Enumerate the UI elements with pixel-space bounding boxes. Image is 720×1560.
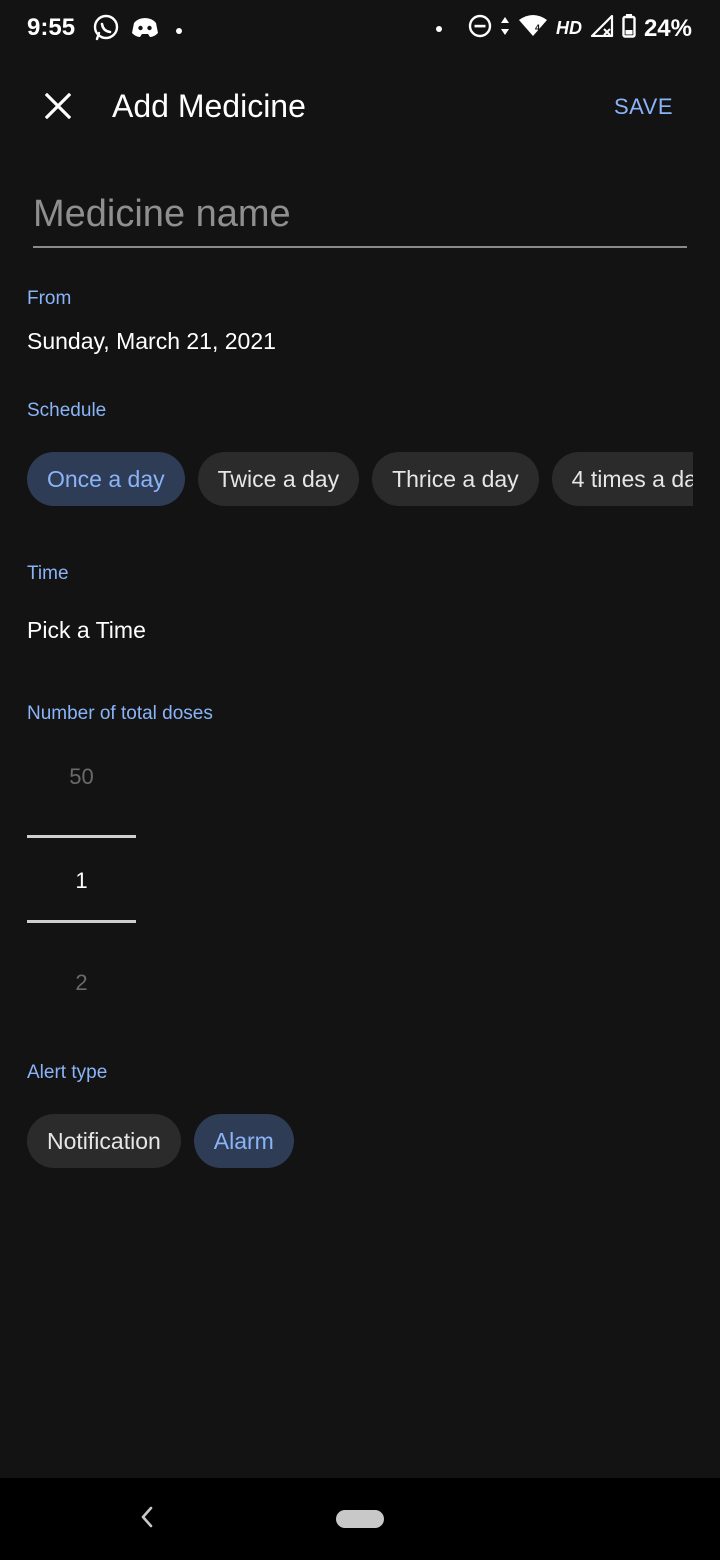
schedule-chip-once-a-day[interactable]: Once a day [27,452,185,506]
wifi-icon: 4 [518,14,548,43]
do-not-disturb-icon [468,14,492,43]
close-icon [44,92,72,124]
signal-icon [590,14,614,42]
status-bar: 9:55 4 HD 24% [0,0,720,60]
pick-time-button[interactable]: Pick a Time [27,617,146,644]
status-time: 9:55 [27,14,76,41]
save-button[interactable]: SAVE [614,94,673,120]
schedule-chip-group: Once a day Twice a day Thrice a day 4 ti… [27,452,693,506]
picker-previous-value[interactable]: 50 [27,764,136,790]
battery-percent: 24% [643,14,692,42]
medicine-name-field [33,186,687,248]
battery-icon [622,14,636,43]
data-arrows-icon [500,15,510,42]
total-doses-label: Number of total doses [27,703,213,724]
back-button[interactable] [132,1502,162,1536]
alert-chip-alarm[interactable]: Alarm [193,1114,294,1168]
home-pill-icon[interactable] [336,1510,384,1528]
picker-current-value[interactable]: 1 [27,868,136,894]
total-doses-picker[interactable]: 50 1 2 [27,740,136,1030]
alert-chip-notification[interactable]: Notification [27,1114,181,1168]
notification-dot [176,27,182,34]
from-date-value[interactable]: Sunday, March 21, 2021 [27,328,276,355]
schedule-label: Schedule [27,400,107,421]
status-dot [435,25,442,32]
close-button[interactable] [30,80,86,136]
svg-text:4: 4 [535,23,540,33]
picker-divider-bottom [27,920,136,923]
alert-type-chip-group: Notification Alarm [27,1114,294,1168]
back-chevron-icon [140,1506,154,1533]
schedule-chip-twice-a-day[interactable]: Twice a day [197,452,360,506]
network-type-label: HD [555,18,582,38]
discord-icon [130,15,160,46]
alert-type-label: Alert type [27,1062,108,1083]
schedule-chip-thrice-a-day[interactable]: Thrice a day [372,452,539,506]
picker-divider-top [27,835,136,838]
system-nav-bar [0,1478,720,1560]
from-label: From [27,288,72,309]
status-left-icons [92,14,182,47]
picker-next-value[interactable]: 2 [27,970,136,996]
app-bar: Add Medicine SAVE [0,60,720,156]
whatsapp-icon [92,14,120,47]
schedule-chip-4-times-a-day[interactable]: 4 times a day [551,452,693,506]
medicine-name-input[interactable] [33,186,687,242]
screen: 9:55 4 HD 24% Add Medicine SAVE Medicine… [0,0,720,1560]
status-right-icons: 4 HD 24% [435,14,692,43]
page-title: Add Medicine [112,88,306,124]
time-label: Time [27,563,69,584]
